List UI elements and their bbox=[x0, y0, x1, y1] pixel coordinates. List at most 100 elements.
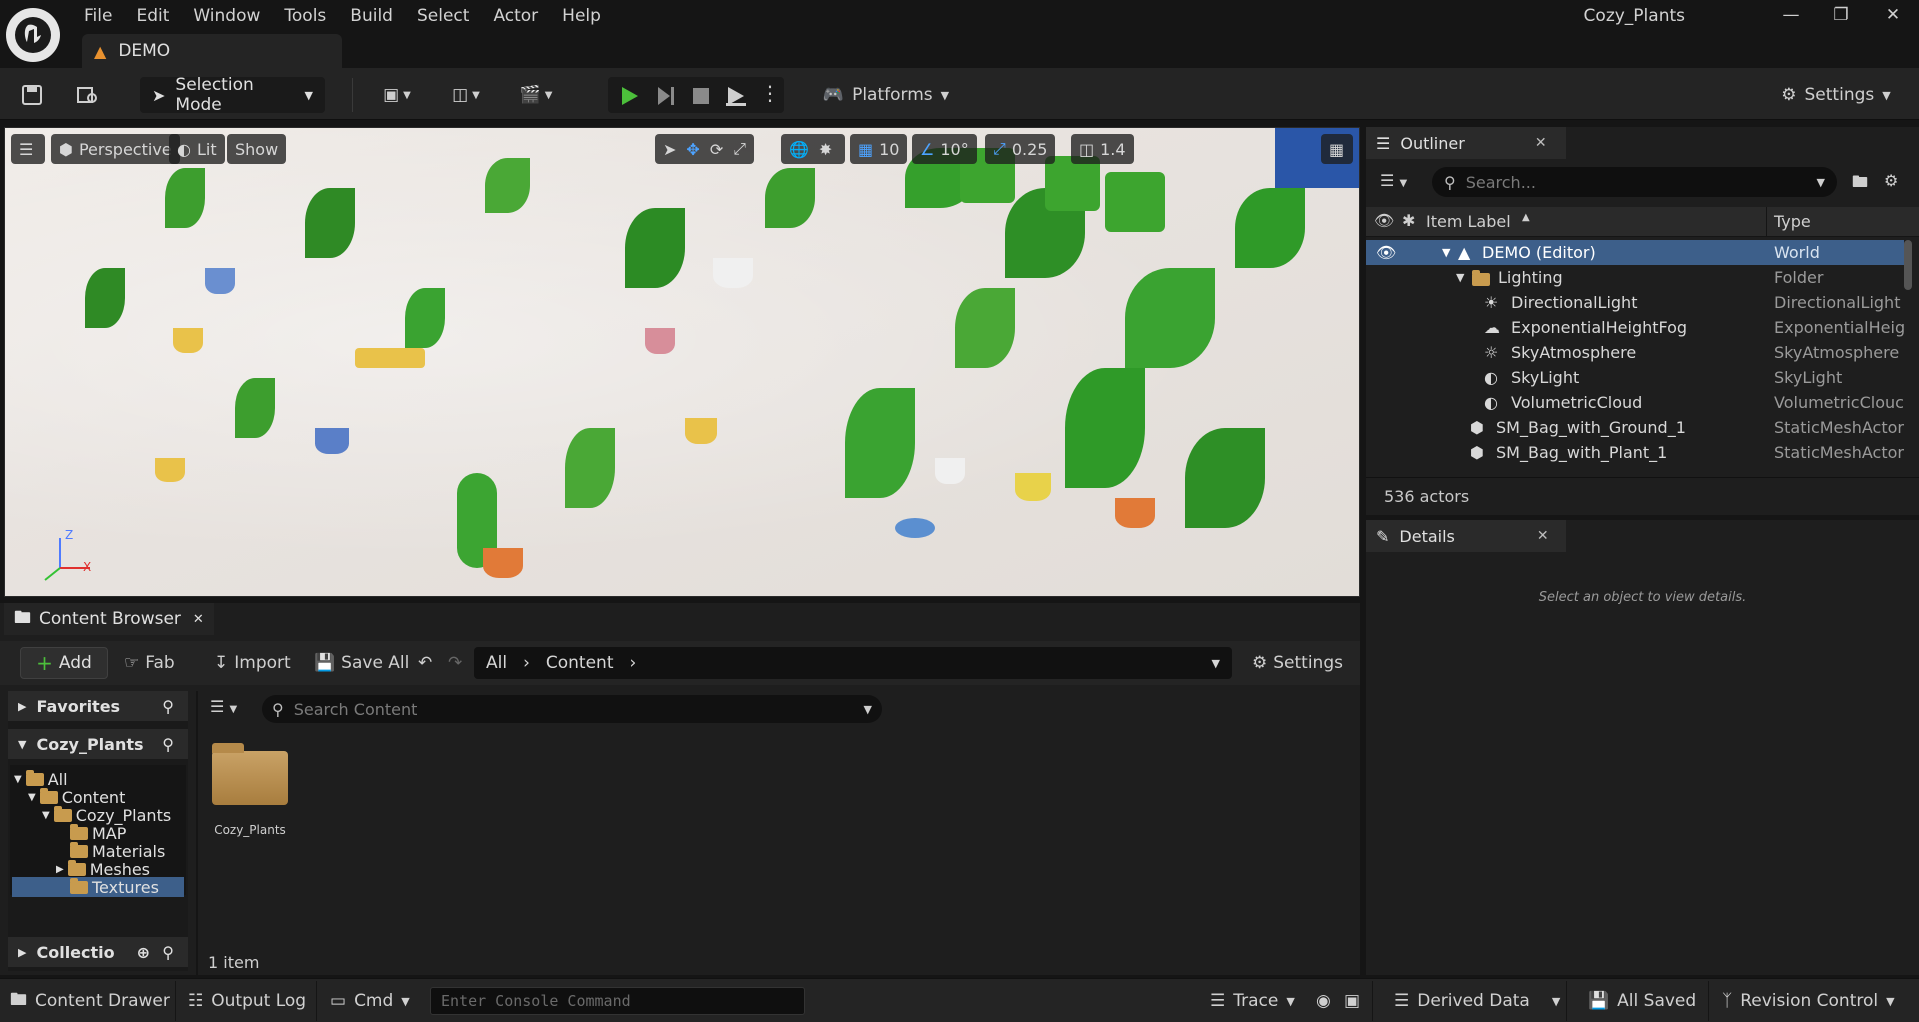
scale-icon[interactable]: ⤢ bbox=[733, 139, 746, 159]
play-icon[interactable] bbox=[618, 85, 640, 107]
outliner-row[interactable]: ☀ DirectionalLight DirectionalLight bbox=[1366, 290, 1904, 315]
step-icon[interactable] bbox=[654, 85, 676, 107]
world-icon[interactable]: 🌐 bbox=[789, 140, 809, 159]
unreal-logo-icon[interactable] bbox=[6, 8, 60, 62]
outliner-row[interactable]: ◐ VolumetricCloud VolumetricClouc bbox=[1366, 390, 1904, 415]
back-icon[interactable]: ↶ bbox=[418, 647, 432, 679]
outliner-row[interactable]: ☼ SkyAtmosphere SkyAtmosphere bbox=[1366, 340, 1904, 365]
view-mode-button[interactable]: ◐ Lit bbox=[169, 134, 225, 164]
content-drawer-button[interactable]: 🖿 Content Drawer bbox=[10, 987, 170, 1015]
chevron-right-icon[interactable]: › bbox=[630, 653, 637, 673]
chevron-down-icon[interactable]: ▼ bbox=[1212, 657, 1220, 670]
derived-data-dropdown[interactable]: ☰ Derived Data ▼ bbox=[1394, 987, 1560, 1015]
menu-tools[interactable]: Tools bbox=[272, 4, 338, 28]
cinematics-icon[interactable]: 🎬 ▼ bbox=[510, 78, 562, 112]
console-command-input[interactable] bbox=[430, 987, 805, 1015]
collections-section[interactable]: ▶ Collectio ⊕ ⚲ bbox=[8, 937, 188, 967]
gear-icon[interactable]: ⚙ bbox=[1884, 171, 1898, 190]
platforms-button[interactable]: 🎮 Platforms ▼ bbox=[822, 78, 950, 112]
outliner-row[interactable]: ◐ SkyLight SkyLight bbox=[1366, 365, 1904, 390]
menu-file[interactable]: File bbox=[72, 4, 124, 28]
browse-icon[interactable] bbox=[72, 78, 104, 112]
output-log-button[interactable]: ☷ Output Log bbox=[188, 987, 306, 1015]
menu-edit[interactable]: Edit bbox=[124, 4, 181, 28]
tree-item-content[interactable]: ▼ Content bbox=[28, 787, 125, 807]
filter-icon[interactable]: ☰ ▼ bbox=[210, 697, 237, 716]
chevron-down-icon[interactable]: ▼ bbox=[1456, 271, 1464, 284]
column-item-label[interactable]: Item Label bbox=[1426, 212, 1511, 231]
outliner-row[interactable]: ⬢ SM_Bag_with_Plant_1 StaticMeshActor bbox=[1366, 440, 1904, 465]
outliner-row[interactable]: ☁ ExponentialHeightFog ExponentialHeig bbox=[1366, 315, 1904, 340]
tree-item-meshes[interactable]: ▶ Meshes bbox=[56, 859, 150, 879]
menu-actor[interactable]: Actor bbox=[481, 4, 550, 28]
tree-item-all[interactable]: ▼ All bbox=[14, 769, 68, 789]
menu-build[interactable]: Build bbox=[338, 4, 405, 28]
favorites-section[interactable]: ▶ Favorites ⚲ bbox=[8, 691, 188, 721]
search-icon[interactable]: ⚲ bbox=[162, 943, 174, 962]
outliner-row[interactable]: 👁 ▼ ▲ DEMO (Editor) World bbox=[1366, 240, 1904, 265]
outliner-search[interactable]: ⚲ Search... ▼ bbox=[1432, 167, 1837, 197]
tree-item-cozy-plants[interactable]: ▼ Cozy_Plants bbox=[42, 805, 171, 825]
search-icon[interactable]: ⚲ bbox=[162, 735, 174, 754]
save-icon[interactable] bbox=[16, 78, 48, 112]
settings-button[interactable]: ⚙ Settings ▼ bbox=[1776, 78, 1896, 112]
trace-dropdown[interactable]: ☰ Trace ▼ bbox=[1210, 987, 1295, 1015]
rotate-icon[interactable]: ⟳ bbox=[710, 140, 723, 159]
search-icon[interactable]: ⚲ bbox=[162, 697, 174, 716]
level-tab[interactable]: ▲ DEMO bbox=[82, 34, 342, 68]
tree-item-map[interactable]: MAP bbox=[70, 823, 126, 843]
launch-icon[interactable] bbox=[724, 85, 748, 107]
content-browser-tab[interactable]: 🖿 Content Browser ✕ bbox=[4, 603, 214, 635]
tree-item-materials[interactable]: Materials bbox=[70, 841, 165, 861]
content-search[interactable]: ⚲ Search Content ▼ bbox=[262, 695, 882, 723]
outliner-scrollbar[interactable] bbox=[1904, 240, 1912, 290]
menu-window[interactable]: Window bbox=[181, 4, 272, 28]
close-icon[interactable]: ✕ bbox=[1535, 135, 1547, 151]
close-icon[interactable]: ✕ bbox=[1537, 528, 1549, 544]
breadcrumb-content[interactable]: Content bbox=[546, 653, 614, 673]
cmd-dropdown[interactable]: ▭ Cmd ▼ bbox=[330, 987, 410, 1015]
details-tab[interactable]: ✎ Details ✕ bbox=[1366, 520, 1566, 552]
tree-item-textures[interactable]: Textures bbox=[70, 877, 159, 897]
blueprint-icon[interactable]: ◫ ▼ bbox=[440, 78, 492, 112]
surface-snap-icon[interactable]: ✸ bbox=[819, 140, 832, 159]
viewport-menu-icon[interactable]: ☰ bbox=[11, 134, 45, 164]
chevron-down-icon[interactable]: ▼ bbox=[1442, 246, 1450, 259]
add-actor-icon[interactable]: ▣ ▼ bbox=[372, 78, 422, 112]
forward-icon[interactable]: ↷ bbox=[448, 647, 462, 679]
cb-settings-button[interactable]: ⚙ Settings bbox=[1252, 647, 1343, 679]
perspective-button[interactable]: ⬢ Perspective bbox=[51, 134, 180, 164]
scale-snap-button[interactable]: ⤢ 0.25 bbox=[985, 134, 1056, 164]
project-section[interactable]: ▼ Cozy_Plants ⚲ bbox=[8, 729, 188, 759]
all-saved-button[interactable]: 💾 All Saved bbox=[1588, 987, 1696, 1015]
level-viewport[interactable]: ☰ ⬢ Perspective ◐ Lit Show ➤ ✥ ⟳ ⤢ 🌐 ✸ ▦… bbox=[4, 127, 1360, 597]
outliner-row[interactable]: ▼ Lighting Folder bbox=[1366, 265, 1904, 290]
menu-select[interactable]: Select bbox=[405, 4, 481, 28]
pin-icon[interactable]: ✱ bbox=[1402, 211, 1415, 230]
minimize-icon[interactable]: — bbox=[1765, 0, 1817, 30]
menu-help[interactable]: Help bbox=[550, 4, 613, 28]
select-icon[interactable]: ➤ bbox=[663, 140, 676, 159]
screenshot-icon[interactable]: ▣ bbox=[1344, 987, 1360, 1015]
rotation-snap-button[interactable]: ∠ 10° bbox=[912, 134, 977, 164]
translate-icon[interactable]: ✥ bbox=[686, 140, 699, 159]
record-icon[interactable]: ◉ bbox=[1316, 987, 1331, 1015]
close-icon[interactable]: ✕ bbox=[1867, 0, 1919, 30]
outliner-tab[interactable]: ☰ Outliner ✕ bbox=[1366, 127, 1566, 159]
fab-button[interactable]: ☞ Fab bbox=[124, 647, 175, 679]
add-button[interactable]: + Add bbox=[20, 647, 108, 679]
asset-tile[interactable]: Cozy_Plants bbox=[208, 741, 292, 851]
more-options-icon[interactable]: ⋮ bbox=[760, 81, 780, 105]
revision-control-dropdown[interactable]: ᛉ Revision Control ▼ bbox=[1722, 987, 1895, 1015]
selection-mode-dropdown[interactable]: ➤ Selection Mode ▼ bbox=[140, 75, 325, 115]
outliner-row[interactable]: ⬢ SM_Bag_with_Ground_1 StaticMeshActor bbox=[1366, 415, 1904, 440]
breadcrumb-all[interactable]: All bbox=[486, 653, 507, 673]
camera-speed-button[interactable]: ◫ 1.4 bbox=[1071, 134, 1134, 164]
column-type[interactable]: Type bbox=[1774, 212, 1811, 231]
save-all-button[interactable]: 💾 Save All bbox=[314, 647, 409, 679]
import-button[interactable]: ↧ Import bbox=[214, 647, 291, 679]
show-button[interactable]: Show bbox=[227, 134, 287, 164]
stop-icon[interactable] bbox=[690, 85, 712, 107]
grid-snap-button[interactable]: ▦ 10 bbox=[850, 134, 908, 164]
restore-icon[interactable]: ❐ bbox=[1815, 0, 1867, 30]
